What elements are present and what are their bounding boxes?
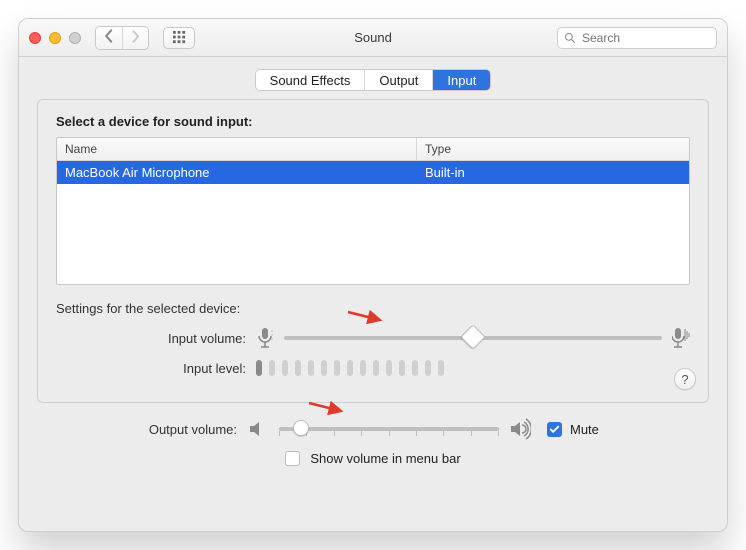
show-all-button[interactable] [163,27,195,49]
input-level-label: Input level: [56,361,246,376]
output-volume-label: Output volume: [37,422,237,437]
output-volume-row: Output volume: [37,417,709,441]
menubar-row: Show volume in menu bar [37,451,709,466]
mute-checkbox[interactable]: Mute [547,422,599,437]
forward-button[interactable] [122,27,148,49]
microphone-high-icon [672,327,690,349]
input-volume-label: Input volume: [56,331,246,346]
search-field[interactable] [557,27,717,49]
input-panel: Select a device for sound input: Name Ty… [37,99,709,403]
device-type: Built-in [417,161,689,184]
tab-sound-effects[interactable]: Sound Effects [256,70,365,90]
nav-back-forward [95,26,149,50]
back-button[interactable] [96,27,122,49]
microphone-low-icon [256,327,274,349]
device-name: MacBook Air Microphone [57,161,417,184]
grid-icon [172,30,187,45]
help-button[interactable]: ? [674,368,696,390]
settings-heading: Settings for the selected device: [56,301,690,316]
titlebar: Sound [19,19,727,57]
mute-label: Mute [570,422,599,437]
device-table: Name Type MacBook Air Microphone Built-i… [56,137,690,285]
checkbox-checked-icon [547,422,562,437]
tab-bar: Sound Effects Output Input [37,69,709,91]
menubar-checkbox[interactable]: Show volume in menu bar [285,451,460,466]
sound-preferences-window: Sound Sound Effects Output Input Select … [18,18,728,532]
table-row[interactable]: MacBook Air Microphone Built-in [57,161,689,184]
column-name[interactable]: Name [57,138,417,160]
input-volume-row: Input volume: [56,326,690,350]
device-heading: Select a device for sound input: [56,114,690,129]
input-level-row: Input level: [56,360,690,376]
footer: Output volume: [37,417,709,466]
zoom-button[interactable] [69,32,81,44]
window-body: Sound Effects Output Input Select a devi… [19,57,727,480]
tab-output[interactable]: Output [364,70,432,90]
checkbox-empty-icon [285,451,300,466]
close-button[interactable] [29,32,41,44]
table-header: Name Type [57,138,689,161]
speaker-low-icon [247,418,269,440]
input-level-meter [256,360,690,376]
speaker-high-icon [509,418,531,440]
output-volume-slider[interactable] [279,417,499,441]
menubar-label: Show volume in menu bar [310,451,460,466]
search-icon [564,32,576,44]
column-type[interactable]: Type [417,138,689,160]
tab-input[interactable]: Input [432,70,490,90]
search-input[interactable] [580,30,710,46]
window-controls [29,32,81,44]
input-volume-slider[interactable] [284,326,662,350]
minimize-button[interactable] [49,32,61,44]
